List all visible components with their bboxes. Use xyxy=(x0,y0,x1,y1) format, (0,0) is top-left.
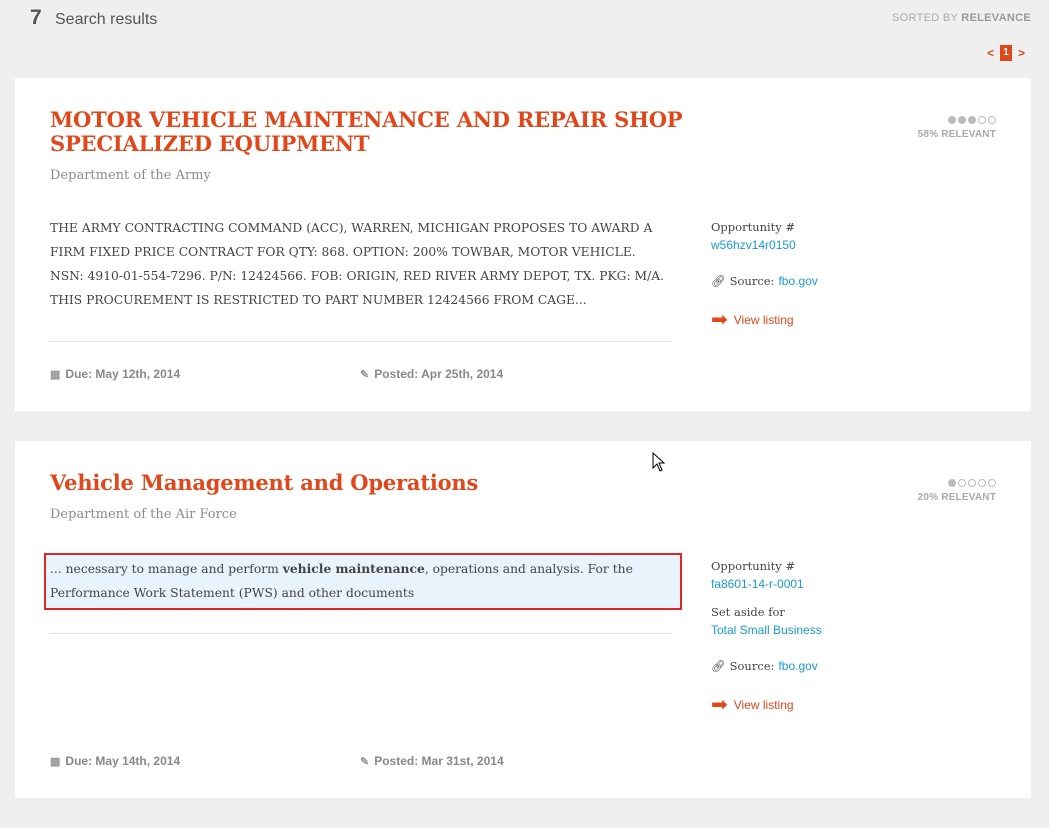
cursor-icon xyxy=(652,452,666,472)
divider xyxy=(50,633,672,634)
results-header: 7 Search results SORTED BY RELEVANCE xyxy=(0,0,1049,40)
search-term: vehicle maintenance xyxy=(282,561,425,576)
opportunity-label: Opportunity # xyxy=(711,220,796,234)
relevance-dot xyxy=(978,479,986,487)
sort-indicator[interactable]: SORTED BY RELEVANCE xyxy=(892,12,1031,24)
relevance-dot xyxy=(968,479,976,487)
result-details: Opportunity # w56hzv14r0150 🔗︎ Source: f… xyxy=(711,220,1011,331)
view-listing-label: View listing xyxy=(733,698,794,712)
posted-text: Posted: Mar 31st, 2014 xyxy=(374,754,504,768)
posted-date: ✎ Posted: Mar 31st, 2014 xyxy=(360,754,504,768)
pin-icon: ✎ xyxy=(360,755,370,768)
arrow-right-icon: ➡ xyxy=(711,309,728,331)
source-link[interactable]: fbo.gov xyxy=(778,274,817,288)
source-line: 🔗︎ Source: fbo.gov xyxy=(711,659,1011,673)
due-text: Due: May 12th, 2014 xyxy=(65,367,181,381)
pagination: < 1 > xyxy=(987,45,1025,61)
sort-value: RELEVANCE xyxy=(961,12,1031,24)
relevance-dot xyxy=(958,479,966,487)
relevance-dots xyxy=(918,479,996,487)
pin-icon: ✎ xyxy=(360,368,370,381)
result-card: MOTOR VEHICLE MAINTENANCE AND REPAIR SHO… xyxy=(15,78,1031,411)
relevance-indicator: 58% RELEVANT xyxy=(918,116,996,140)
result-details: Opportunity # fa8601-14-r-0001 Set aside… xyxy=(711,559,1011,716)
source-label: Source: xyxy=(729,659,775,673)
results-count: 7 xyxy=(30,6,42,29)
calendar-icon: ▦ xyxy=(50,368,61,381)
posted-date: ✎ Posted: Apr 25th, 2014 xyxy=(360,367,503,381)
highlighted-description: ... necessary to manage and perform vehi… xyxy=(44,553,682,610)
result-card: Vehicle Management and Operations Depart… xyxy=(15,441,1031,798)
opportunity-label: Opportunity # xyxy=(711,559,796,573)
current-page[interactable]: 1 xyxy=(999,45,1012,61)
view-listing-button[interactable]: ➡ View listing xyxy=(711,694,1011,716)
due-date: ▦ Due: May 12th, 2014 xyxy=(50,367,180,381)
relevance-text: 58% RELEVANT xyxy=(917,129,996,140)
source-link[interactable]: fbo.gov xyxy=(778,659,817,673)
relevance-dot xyxy=(978,116,986,124)
arrow-right-icon: ➡ xyxy=(711,694,728,716)
result-description: THE ARMY CONTRACTING COMMAND (ACC), WARR… xyxy=(50,221,665,307)
link-icon: 🔗︎ xyxy=(711,274,726,288)
due-text: Due: May 14th, 2014 xyxy=(65,754,181,768)
result-agency: Department of the Army xyxy=(50,168,211,183)
source-line: 🔗︎ Source: fbo.gov xyxy=(711,274,1011,288)
result-title[interactable]: Vehicle Management and Operations xyxy=(50,471,810,495)
divider xyxy=(50,341,672,342)
opportunity-id[interactable]: w56hzv14r0150 xyxy=(711,238,1011,252)
due-date: ▦ Due: May 14th, 2014 xyxy=(50,754,180,768)
relevance-text: 20% RELEVANT xyxy=(917,492,996,503)
setaside-label: Set aside for xyxy=(711,605,785,619)
description-pre: ... necessary to manage and perform xyxy=(50,562,283,576)
source-label: Source: xyxy=(729,274,775,288)
view-listing-button[interactable]: ➡ View listing xyxy=(711,309,1011,331)
relevance-dot xyxy=(988,116,996,124)
relevance-dot xyxy=(968,116,976,124)
relevance-dot xyxy=(958,116,966,124)
results-label: Search results xyxy=(55,11,158,28)
relevance-dot xyxy=(948,479,956,487)
sort-prefix: SORTED BY xyxy=(892,12,958,24)
result-title[interactable]: MOTOR VEHICLE MAINTENANCE AND REPAIR SHO… xyxy=(50,108,810,156)
posted-text: Posted: Apr 25th, 2014 xyxy=(374,367,504,381)
result-agency: Department of the Air Force xyxy=(50,507,237,522)
view-listing-label: View listing xyxy=(733,313,794,327)
relevance-dots xyxy=(918,116,996,124)
relevance-indicator: 20% RELEVANT xyxy=(918,479,996,503)
setaside-value[interactable]: Total Small Business xyxy=(711,623,1011,637)
relevance-dot xyxy=(948,116,956,124)
opportunity-id[interactable]: fa8601-14-r-0001 xyxy=(711,577,1011,591)
calendar-icon: ▦ xyxy=(50,755,61,768)
prev-page-button[interactable]: < xyxy=(987,46,994,60)
link-icon: 🔗︎ xyxy=(711,659,726,673)
relevance-dot xyxy=(988,479,996,487)
next-page-button[interactable]: > xyxy=(1018,46,1025,60)
